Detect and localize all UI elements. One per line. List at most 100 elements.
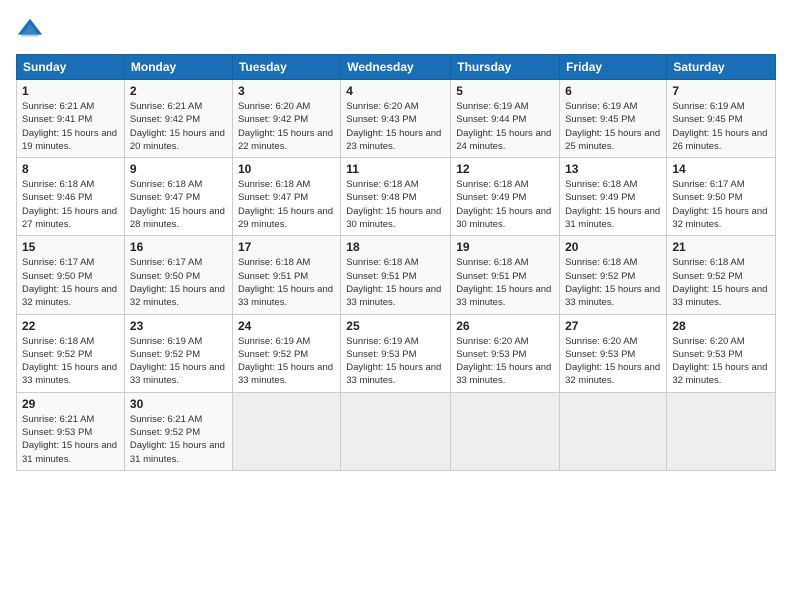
day-info: Sunrise: 6:17 AMSunset: 9:50 PMDaylight:… [22, 257, 117, 308]
day-number: 9 [130, 162, 227, 176]
day-number: 24 [238, 319, 335, 333]
calendar-header-row: SundayMondayTuesdayWednesdayThursdayFrid… [17, 55, 776, 80]
calendar-cell: 26 Sunrise: 6:20 AMSunset: 9:53 PMDaylig… [451, 314, 560, 392]
day-number: 7 [672, 84, 770, 98]
day-info: Sunrise: 6:18 AMSunset: 9:52 PMDaylight:… [22, 336, 117, 387]
day-number: 10 [238, 162, 335, 176]
calendar-week-row: 8 Sunrise: 6:18 AMSunset: 9:46 PMDayligh… [17, 158, 776, 236]
calendar-cell: 5 Sunrise: 6:19 AMSunset: 9:44 PMDayligh… [451, 80, 560, 158]
day-info: Sunrise: 6:18 AMSunset: 9:48 PMDaylight:… [346, 179, 441, 230]
calendar-cell: 19 Sunrise: 6:18 AMSunset: 9:51 PMDaylig… [451, 236, 560, 314]
calendar-cell: 30 Sunrise: 6:21 AMSunset: 9:52 PMDaylig… [124, 392, 232, 470]
day-info: Sunrise: 6:21 AMSunset: 9:42 PMDaylight:… [130, 101, 225, 152]
calendar-cell: 2 Sunrise: 6:21 AMSunset: 9:42 PMDayligh… [124, 80, 232, 158]
page: SundayMondayTuesdayWednesdayThursdayFrid… [0, 0, 792, 612]
calendar-table: SundayMondayTuesdayWednesdayThursdayFrid… [16, 54, 776, 471]
calendar-cell: 17 Sunrise: 6:18 AMSunset: 9:51 PMDaylig… [232, 236, 340, 314]
calendar-cell: 24 Sunrise: 6:19 AMSunset: 9:52 PMDaylig… [232, 314, 340, 392]
day-info: Sunrise: 6:20 AMSunset: 9:53 PMDaylight:… [672, 336, 767, 387]
calendar-cell: 25 Sunrise: 6:19 AMSunset: 9:53 PMDaylig… [341, 314, 451, 392]
day-number: 4 [346, 84, 445, 98]
calendar-header-saturday: Saturday [667, 55, 776, 80]
day-info: Sunrise: 6:21 AMSunset: 9:53 PMDaylight:… [22, 414, 117, 465]
day-number: 14 [672, 162, 770, 176]
calendar-cell: 13 Sunrise: 6:18 AMSunset: 9:49 PMDaylig… [560, 158, 667, 236]
day-number: 5 [456, 84, 554, 98]
calendar-cell: 7 Sunrise: 6:19 AMSunset: 9:45 PMDayligh… [667, 80, 776, 158]
calendar-cell: 14 Sunrise: 6:17 AMSunset: 9:50 PMDaylig… [667, 158, 776, 236]
day-number: 15 [22, 240, 119, 254]
day-number: 18 [346, 240, 445, 254]
day-number: 30 [130, 397, 227, 411]
day-info: Sunrise: 6:19 AMSunset: 9:53 PMDaylight:… [346, 336, 441, 387]
day-info: Sunrise: 6:18 AMSunset: 9:52 PMDaylight:… [565, 257, 660, 308]
calendar-header-sunday: Sunday [17, 55, 125, 80]
calendar-header-tuesday: Tuesday [232, 55, 340, 80]
day-info: Sunrise: 6:19 AMSunset: 9:44 PMDaylight:… [456, 101, 551, 152]
day-info: Sunrise: 6:17 AMSunset: 9:50 PMDaylight:… [672, 179, 767, 230]
day-number: 21 [672, 240, 770, 254]
logo [16, 16, 48, 44]
calendar-cell [451, 392, 560, 470]
calendar-header-monday: Monday [124, 55, 232, 80]
calendar-cell [560, 392, 667, 470]
calendar-cell: 18 Sunrise: 6:18 AMSunset: 9:51 PMDaylig… [341, 236, 451, 314]
day-number: 25 [346, 319, 445, 333]
day-number: 17 [238, 240, 335, 254]
calendar-cell [667, 392, 776, 470]
day-info: Sunrise: 6:19 AMSunset: 9:45 PMDaylight:… [672, 101, 767, 152]
calendar-cell: 9 Sunrise: 6:18 AMSunset: 9:47 PMDayligh… [124, 158, 232, 236]
calendar-cell [341, 392, 451, 470]
calendar-cell: 22 Sunrise: 6:18 AMSunset: 9:52 PMDaylig… [17, 314, 125, 392]
calendar-header-wednesday: Wednesday [341, 55, 451, 80]
day-number: 3 [238, 84, 335, 98]
day-info: Sunrise: 6:18 AMSunset: 9:51 PMDaylight:… [456, 257, 551, 308]
day-number: 26 [456, 319, 554, 333]
header [16, 16, 776, 44]
day-info: Sunrise: 6:21 AMSunset: 9:41 PMDaylight:… [22, 101, 117, 152]
day-number: 28 [672, 319, 770, 333]
day-number: 1 [22, 84, 119, 98]
day-info: Sunrise: 6:18 AMSunset: 9:51 PMDaylight:… [238, 257, 333, 308]
day-number: 23 [130, 319, 227, 333]
calendar-header-friday: Friday [560, 55, 667, 80]
calendar-cell: 21 Sunrise: 6:18 AMSunset: 9:52 PMDaylig… [667, 236, 776, 314]
calendar-cell: 15 Sunrise: 6:17 AMSunset: 9:50 PMDaylig… [17, 236, 125, 314]
calendar-cell: 8 Sunrise: 6:18 AMSunset: 9:46 PMDayligh… [17, 158, 125, 236]
day-number: 12 [456, 162, 554, 176]
calendar-cell: 6 Sunrise: 6:19 AMSunset: 9:45 PMDayligh… [560, 80, 667, 158]
calendar-header-thursday: Thursday [451, 55, 560, 80]
logo-icon [16, 16, 44, 44]
calendar-cell: 20 Sunrise: 6:18 AMSunset: 9:52 PMDaylig… [560, 236, 667, 314]
day-info: Sunrise: 6:21 AMSunset: 9:52 PMDaylight:… [130, 414, 225, 465]
calendar-cell: 1 Sunrise: 6:21 AMSunset: 9:41 PMDayligh… [17, 80, 125, 158]
day-info: Sunrise: 6:18 AMSunset: 9:52 PMDaylight:… [672, 257, 767, 308]
day-info: Sunrise: 6:19 AMSunset: 9:52 PMDaylight:… [238, 336, 333, 387]
calendar-cell: 29 Sunrise: 6:21 AMSunset: 9:53 PMDaylig… [17, 392, 125, 470]
day-info: Sunrise: 6:18 AMSunset: 9:47 PMDaylight:… [130, 179, 225, 230]
calendar-cell: 12 Sunrise: 6:18 AMSunset: 9:49 PMDaylig… [451, 158, 560, 236]
calendar-cell: 3 Sunrise: 6:20 AMSunset: 9:42 PMDayligh… [232, 80, 340, 158]
day-info: Sunrise: 6:18 AMSunset: 9:51 PMDaylight:… [346, 257, 441, 308]
day-info: Sunrise: 6:20 AMSunset: 9:53 PMDaylight:… [456, 336, 551, 387]
day-number: 29 [22, 397, 119, 411]
day-info: Sunrise: 6:18 AMSunset: 9:46 PMDaylight:… [22, 179, 117, 230]
calendar-week-row: 15 Sunrise: 6:17 AMSunset: 9:50 PMDaylig… [17, 236, 776, 314]
calendar-week-row: 29 Sunrise: 6:21 AMSunset: 9:53 PMDaylig… [17, 392, 776, 470]
calendar-cell: 23 Sunrise: 6:19 AMSunset: 9:52 PMDaylig… [124, 314, 232, 392]
day-info: Sunrise: 6:18 AMSunset: 9:49 PMDaylight:… [456, 179, 551, 230]
day-info: Sunrise: 6:20 AMSunset: 9:42 PMDaylight:… [238, 101, 333, 152]
day-info: Sunrise: 6:20 AMSunset: 9:43 PMDaylight:… [346, 101, 441, 152]
day-info: Sunrise: 6:18 AMSunset: 9:47 PMDaylight:… [238, 179, 333, 230]
calendar-cell: 4 Sunrise: 6:20 AMSunset: 9:43 PMDayligh… [341, 80, 451, 158]
calendar-week-row: 22 Sunrise: 6:18 AMSunset: 9:52 PMDaylig… [17, 314, 776, 392]
day-number: 27 [565, 319, 661, 333]
day-info: Sunrise: 6:19 AMSunset: 9:52 PMDaylight:… [130, 336, 225, 387]
calendar-cell: 28 Sunrise: 6:20 AMSunset: 9:53 PMDaylig… [667, 314, 776, 392]
calendar-cell [232, 392, 340, 470]
calendar-week-row: 1 Sunrise: 6:21 AMSunset: 9:41 PMDayligh… [17, 80, 776, 158]
day-info: Sunrise: 6:17 AMSunset: 9:50 PMDaylight:… [130, 257, 225, 308]
day-number: 22 [22, 319, 119, 333]
day-number: 6 [565, 84, 661, 98]
day-number: 8 [22, 162, 119, 176]
